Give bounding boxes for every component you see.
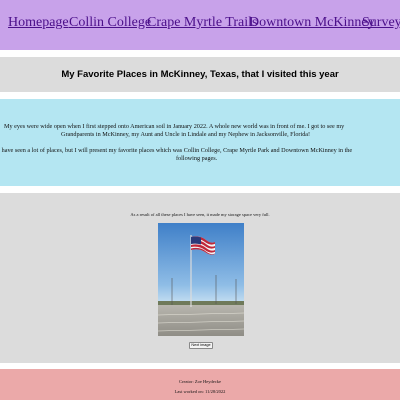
gallery-caption: As a result of all these places I have s…: [130, 212, 270, 217]
intro-section: My eyes were wide open when I first step…: [0, 99, 400, 186]
nav-link-homepage[interactable]: Homepage: [8, 15, 69, 31]
intro-paragraph-2-line-2: following pages.: [176, 155, 218, 162]
intro-paragraph-2-line-1: I have seen a lot of places, but I will …: [0, 147, 353, 154]
footer-creator: Creator: Zoe Heydecke: [179, 379, 221, 384]
intro-paragraph-1-line-2: Grandparents in McKinney, my Aunt and Un…: [61, 131, 311, 138]
page-title: My Favorite Places in McKinney, Texas, t…: [61, 69, 339, 80]
footer: Creator: Zoe Heydecke Last worked on: 11…: [0, 369, 400, 400]
nav-link-crape-myrtle-trails[interactable]: Crape Myrtle Trails: [147, 15, 257, 31]
intro-paragraph-1-line-1: My eyes were wide open when I first step…: [4, 123, 345, 130]
top-nav: Homepage Collin College Crape Myrtle Tra…: [0, 0, 400, 50]
footer-last-worked: Last worked on: 11/28/2022: [174, 389, 226, 394]
title-band: My Favorite Places in McKinney, Texas, t…: [0, 57, 400, 92]
flag-photo: [158, 223, 244, 336]
image-gallery: As a result of all these places I have s…: [0, 193, 400, 363]
next-image-button[interactable]: Next image: [189, 342, 213, 349]
nav-link-downtown-mckinney[interactable]: Downtown McKinney: [249, 15, 375, 31]
nav-link-collin-college[interactable]: Collin College: [69, 15, 151, 31]
nav-link-survey[interactable]: Survey: [362, 15, 400, 31]
